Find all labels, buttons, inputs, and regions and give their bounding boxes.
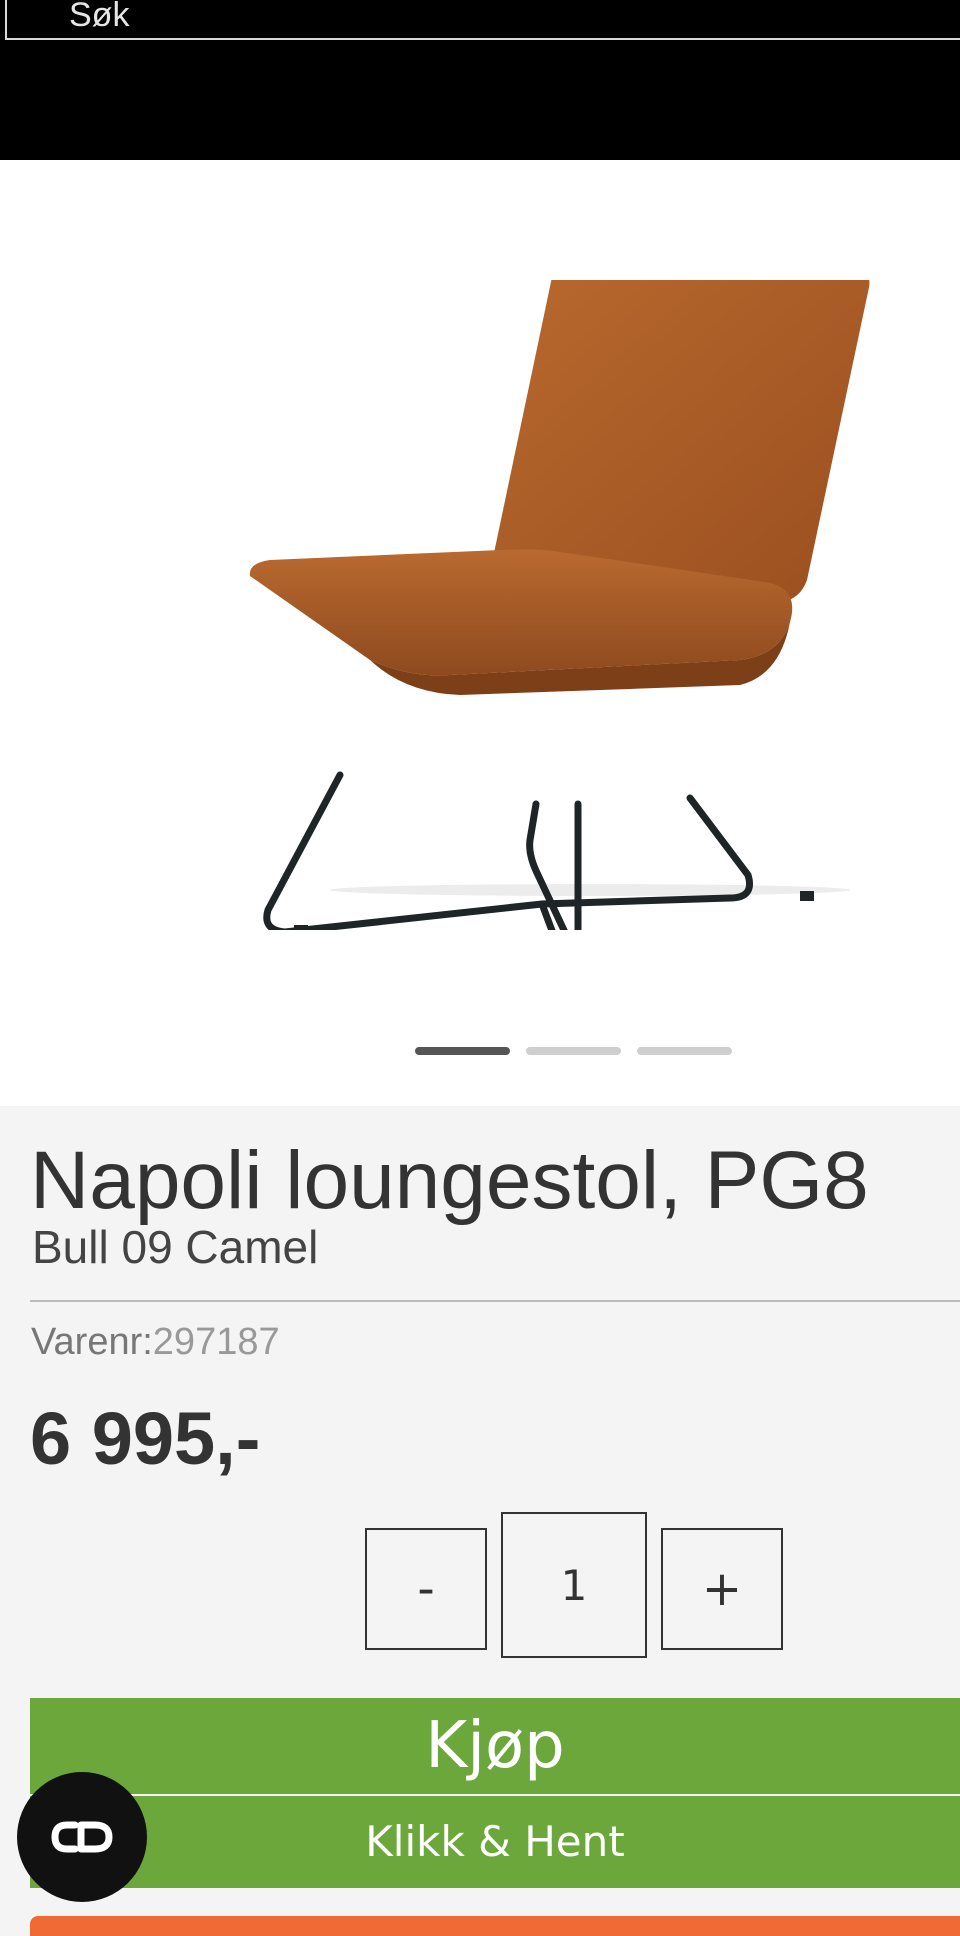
sku-value: 297187	[152, 1321, 280, 1363]
search-placeholder: Søk	[69, 0, 130, 34]
accessibility-button[interactable]	[17, 1772, 147, 1902]
product-gallery[interactable]	[0, 160, 960, 1106]
orange-banner-edge	[30, 1916, 960, 1936]
accessibility-icon	[51, 1821, 113, 1853]
gallery-dot-3[interactable]	[637, 1047, 732, 1055]
click-and-collect-button[interactable]: Klikk & Hent	[30, 1796, 960, 1888]
sku-label: Varenr:	[31, 1321, 153, 1363]
site-header: Søk	[0, 0, 960, 160]
increase-quantity-button[interactable]: +	[661, 1528, 783, 1650]
gallery-dot-2[interactable]	[526, 1047, 621, 1055]
product-price: 6 995,-	[30, 1397, 261, 1480]
search-input[interactable]: Søk	[5, 0, 960, 40]
decrease-quantity-button[interactable]: -	[365, 1528, 487, 1650]
divider	[30, 1300, 960, 1302]
product-variant: Bull 09 Camel	[32, 1221, 319, 1273]
gallery-pagination	[415, 1047, 732, 1055]
sku: Varenr:297187	[31, 1320, 280, 1364]
product-image	[249, 280, 870, 930]
product-title: Napoli loungestol, PG8	[30, 1135, 869, 1226]
buy-button[interactable]: Kjøp	[30, 1698, 960, 1794]
gallery-dot-1[interactable]	[415, 1047, 510, 1055]
quantity-input[interactable]	[501, 1512, 647, 1658]
